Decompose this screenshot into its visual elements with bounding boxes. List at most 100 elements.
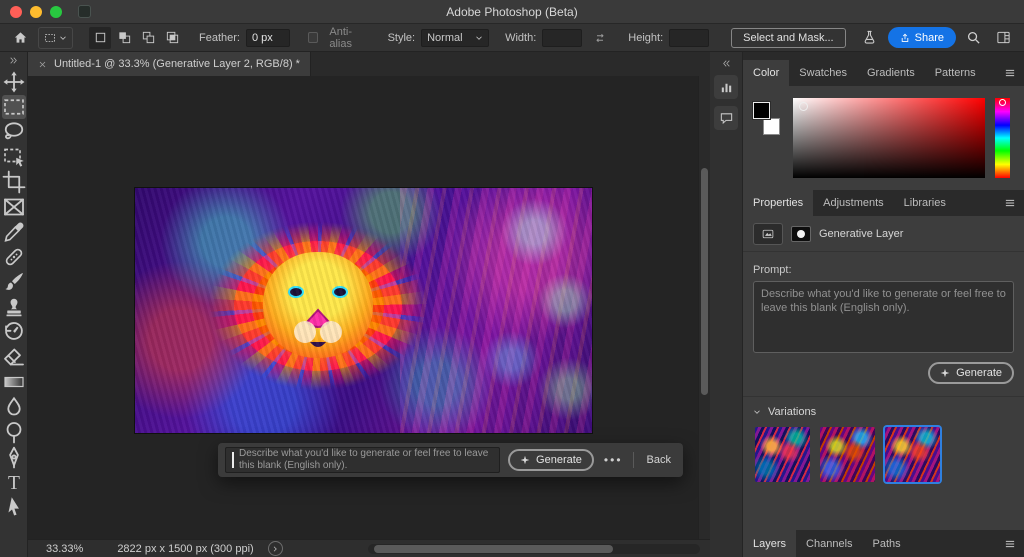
tool-clone-stamp[interactable] [2, 295, 26, 319]
canvas[interactable]: Describe what you'd like to generate or … [28, 76, 710, 539]
prompt-input[interactable]: Describe what you'd like to generate or … [225, 447, 501, 473]
zoom-level-field[interactable]: 33.33% [28, 543, 91, 555]
chevron-right-icon [271, 545, 279, 553]
generate-button[interactable]: Generate [508, 449, 594, 471]
tool-brush[interactable] [2, 270, 26, 294]
document-area: Untitled-1 @ 33.3% (Generative Layer 2, … [28, 52, 710, 557]
tool-crop[interactable] [2, 170, 26, 194]
tab-paths[interactable]: Paths [863, 530, 911, 557]
tab-libraries[interactable]: Libraries [894, 190, 956, 216]
tab-properties[interactable]: Properties [743, 190, 814, 216]
chevron-down-icon [475, 34, 483, 42]
window-title: Adobe Photoshop (Beta) [446, 4, 578, 19]
properties-panel-menu-button[interactable] [996, 190, 1024, 216]
back-button[interactable]: Back [642, 454, 676, 466]
color-panel-tabs: Color Swatches Gradients Patterns [743, 60, 1024, 86]
hue-slider[interactable] [995, 98, 1010, 178]
generate-icon [520, 455, 530, 465]
tool-strip: T [0, 52, 28, 557]
color-panel-menu-button[interactable] [996, 60, 1024, 86]
variation-thumbnail-2[interactable] [820, 427, 875, 482]
select-and-mask-button[interactable]: Select and Mask... [731, 27, 846, 48]
swap-dimensions-button[interactable] [588, 27, 612, 49]
add-to-selection-button[interactable] [113, 27, 135, 49]
minimize-window-button[interactable] [30, 5, 42, 18]
prompt-textarea[interactable] [753, 281, 1014, 353]
close-tab-icon[interactable] [38, 60, 47, 69]
more-options-button[interactable]: ••• [602, 453, 625, 467]
height-input[interactable] [669, 28, 710, 47]
search-button[interactable] [962, 27, 986, 49]
vertical-scrollbar[interactable] [698, 76, 710, 539]
foreground-color-swatch[interactable] [752, 101, 771, 120]
tab-layers[interactable]: Layers [743, 530, 797, 557]
beta-feedback-button[interactable] [858, 27, 882, 49]
generative-layer-button[interactable] [753, 222, 783, 245]
collapse-panels-button[interactable] [722, 59, 731, 68]
canvas-image-lion-artwork[interactable] [135, 188, 592, 433]
background-color-swatch[interactable] [763, 118, 780, 135]
tool-blur[interactable] [2, 395, 26, 419]
saturation-brightness-field[interactable] [793, 98, 985, 178]
text-caret [232, 452, 234, 468]
titlebar-extra-button[interactable] [78, 5, 91, 18]
tool-eraser[interactable] [2, 345, 26, 369]
tool-dodge[interactable] [2, 420, 26, 444]
panel-column: Color Swatches Gradients Patterns Proper… [743, 52, 1024, 557]
vertical-scrollbar-thumb[interactable] [701, 168, 708, 395]
photoshop-window: Adobe Photoshop (Beta) Feather: Anti-ali… [0, 0, 1024, 557]
variation-thumbnail-1[interactable] [755, 427, 810, 482]
close-window-button[interactable] [10, 5, 22, 18]
subtract-from-selection-button[interactable] [137, 27, 159, 49]
tool-frame[interactable] [2, 195, 26, 219]
home-button[interactable] [8, 27, 32, 49]
width-input[interactable] [542, 28, 583, 47]
tool-path-selection[interactable] [2, 495, 26, 519]
tool-object-selection[interactable] [2, 145, 26, 169]
tab-adjustments[interactable]: Adjustments [813, 190, 894, 216]
status-info-button[interactable] [267, 541, 283, 556]
document-tab[interactable]: Untitled-1 @ 33.3% (Generative Layer 2, … [28, 52, 311, 76]
tab-patterns[interactable]: Patterns [925, 60, 986, 86]
layers-panel-menu-button[interactable] [996, 530, 1024, 557]
generate-icon [940, 368, 950, 378]
workspace-icon [996, 30, 1011, 45]
histogram-panel-button[interactable] [714, 75, 738, 99]
horizontal-scrollbar[interactable] [368, 544, 700, 554]
tool-gradient[interactable] [2, 370, 26, 394]
new-selection-button[interactable] [89, 26, 111, 49]
variations-toggle[interactable]: Variations [743, 397, 1024, 425]
tool-type[interactable]: T [2, 470, 26, 494]
tab-swatches[interactable]: Swatches [789, 60, 857, 86]
tool-pen[interactable] [2, 445, 26, 469]
anti-alias-checkbox[interactable] [307, 32, 319, 43]
beaker-icon [862, 30, 877, 45]
layer-mask-thumbnail[interactable] [791, 225, 811, 242]
height-label: Height: [628, 31, 664, 44]
style-select[interactable]: Normal [421, 28, 490, 47]
panel-generate-button[interactable]: Generate [928, 362, 1014, 384]
tool-move[interactable] [2, 70, 26, 94]
tool-lasso[interactable] [2, 120, 26, 144]
tab-color[interactable]: Color [743, 60, 790, 86]
tool-spot-healing-brush[interactable] [2, 245, 26, 269]
comments-panel-button[interactable] [714, 106, 738, 130]
share-button[interactable]: Share [887, 27, 956, 48]
intersect-selection-button[interactable] [161, 27, 183, 49]
tool-rectangular-marquee[interactable] [1, 95, 26, 119]
tool-preset-picker[interactable] [38, 26, 73, 49]
tab-channels[interactable]: Channels [796, 530, 862, 557]
tool-eyedropper[interactable] [2, 220, 26, 244]
generate-label: Generate [536, 454, 582, 466]
toolbar-expand-button[interactable] [0, 52, 27, 69]
tab-gradients[interactable]: Gradients [857, 60, 925, 86]
horizontal-scrollbar-thumb[interactable] [374, 545, 614, 553]
new-selection-icon [93, 30, 108, 45]
chevrons-right-icon [9, 56, 18, 65]
feather-input[interactable] [245, 28, 290, 47]
workspace-switcher-button[interactable] [992, 27, 1016, 49]
fullscreen-window-button[interactable] [50, 5, 62, 18]
variation-thumbnail-3[interactable] [885, 427, 940, 482]
properties-panel: Generative Layer Prompt: Generate Variat… [743, 216, 1024, 530]
tool-history-brush[interactable] [2, 320, 26, 344]
